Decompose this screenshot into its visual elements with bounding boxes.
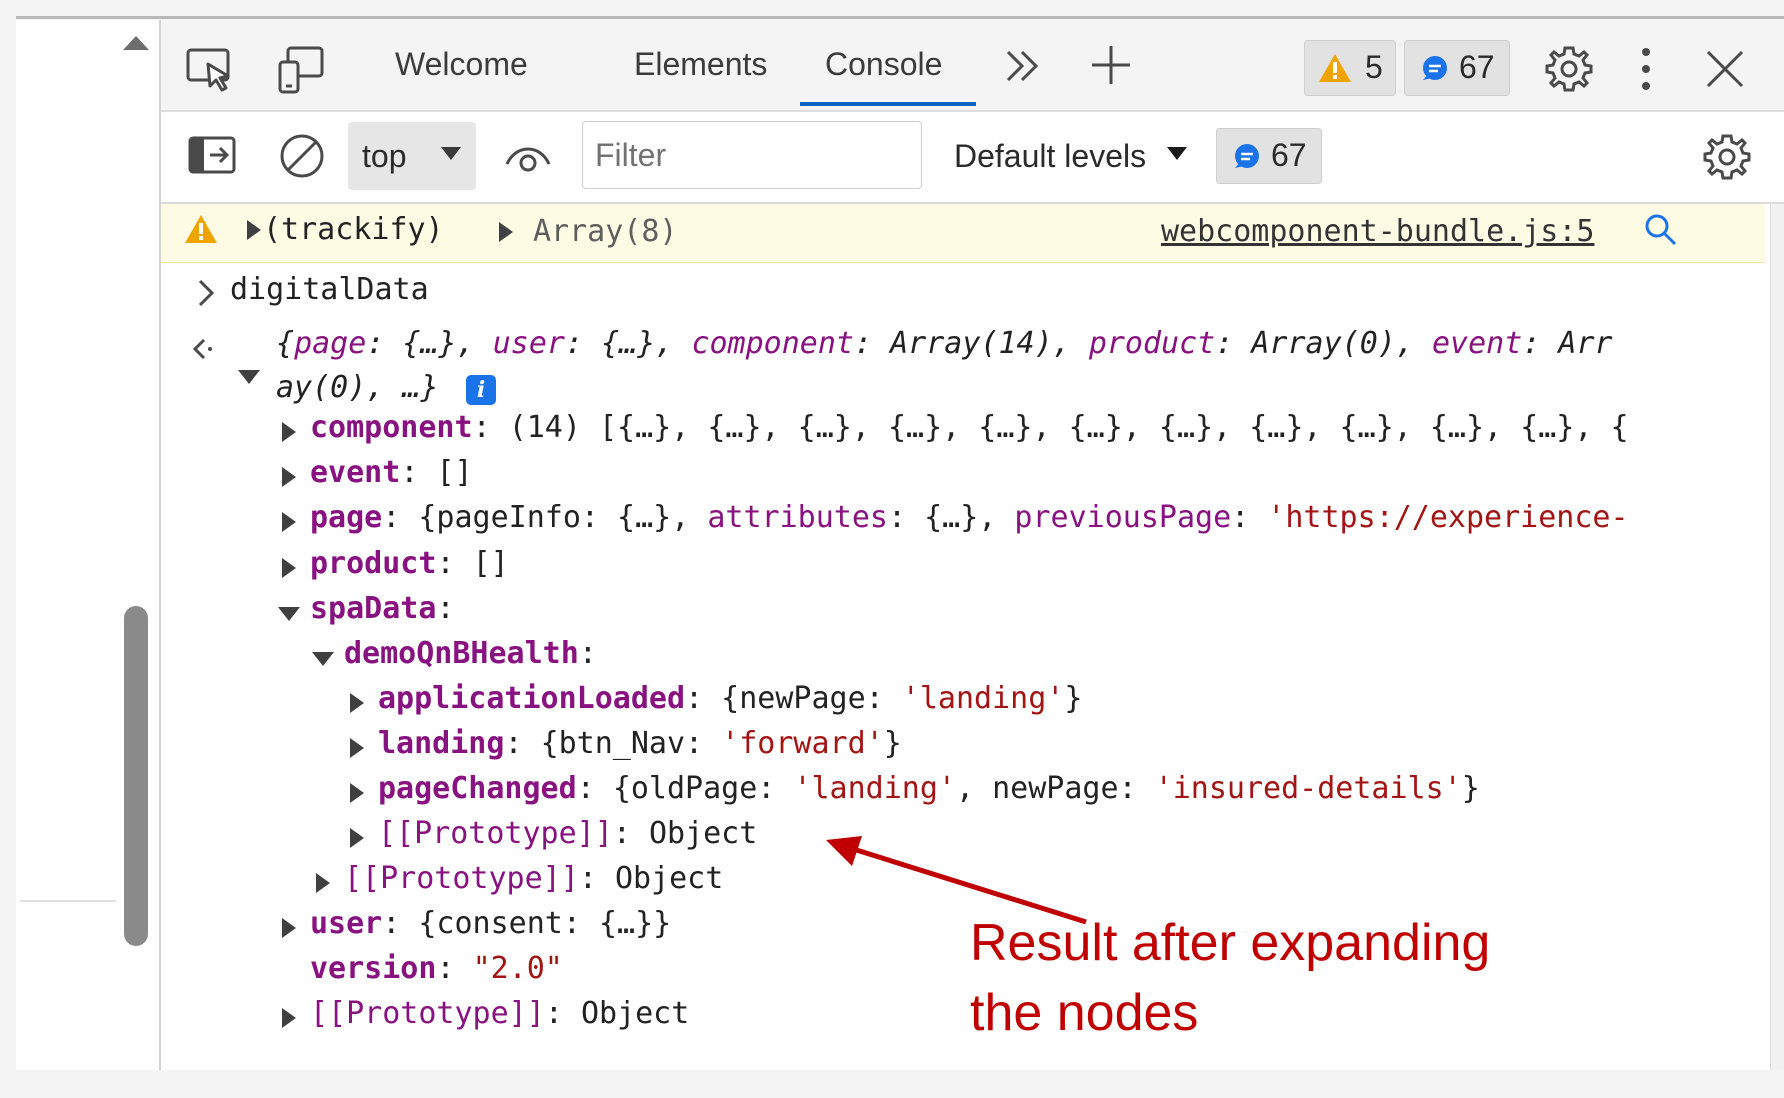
annotation-arrow-icon bbox=[826, 836, 1087, 925]
annotation-line-1: Result after expanding bbox=[970, 914, 1491, 972]
annotation-caption: Result after expanding the nodes bbox=[970, 908, 1490, 1048]
annotation-line-2: the nodes bbox=[970, 984, 1199, 1042]
